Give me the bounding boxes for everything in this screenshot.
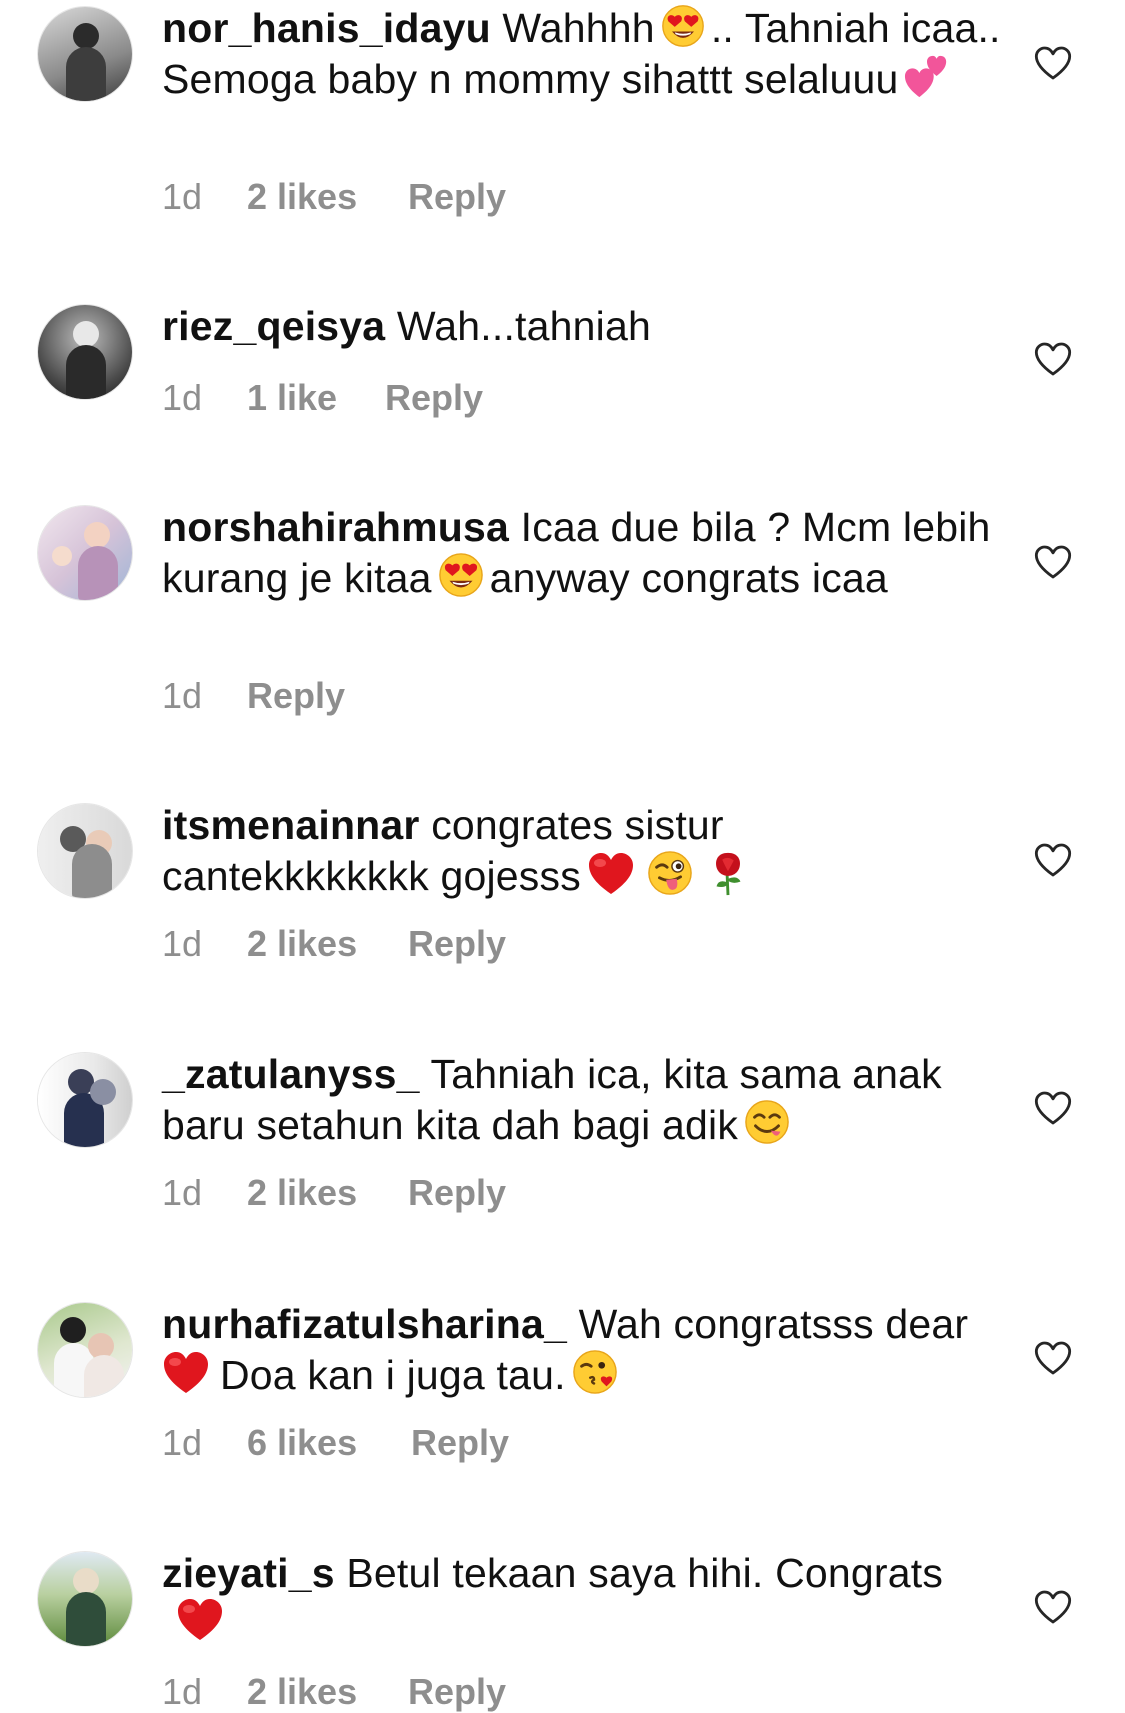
comment-username[interactable]: norshahirahmusa (162, 504, 509, 550)
winking-tongue-emoji (647, 850, 693, 896)
likes-count[interactable]: 2 likes (247, 923, 357, 965)
comment-username[interactable]: nor_hanis_idayu (162, 5, 491, 51)
comment-time: 1d (162, 675, 203, 716)
reply-button[interactable]: Reply (408, 1172, 506, 1214)
comment-time: 1d (162, 1422, 203, 1463)
like-heart-icon[interactable] (1033, 543, 1073, 581)
comment-text: nurhafizatulsharina_ Wah congratsss dear… (162, 1300, 1002, 1400)
likes-count[interactable]: 2 likes (247, 1172, 357, 1214)
comment-body: Doa kan i juga tau. (220, 1352, 566, 1398)
red-heart-emoji (587, 852, 635, 896)
like-heart-icon[interactable] (1033, 1339, 1073, 1377)
comment-body: anyway congrats icaa (489, 555, 888, 601)
like-heart-icon[interactable] (1033, 1089, 1073, 1127)
like-heart-icon[interactable] (1033, 340, 1073, 378)
likes-count[interactable]: 6 likes (247, 1422, 357, 1464)
comment-text: itsmenainnar congrates sistur cantekkkkk… (162, 801, 1002, 901)
avatar[interactable] (37, 304, 133, 400)
two-hearts-emoji (904, 53, 950, 99)
reply-button[interactable]: Reply (411, 1422, 509, 1464)
comment-username[interactable]: riez_qeisya (162, 303, 385, 349)
heart-eyes-emoji (661, 4, 705, 48)
reply-button[interactable]: Reply (408, 176, 506, 218)
comment-time: 1d (162, 377, 203, 418)
comment-body: Betul tekaan saya hihi. Congrats (346, 1550, 944, 1596)
comment-body: Wah congratsss dear (578, 1301, 969, 1347)
comment-body: Wahhhh (502, 5, 655, 51)
comment-text: norshahirahmusa Icaa due bila ? Mcm lebi… (162, 503, 1002, 603)
like-heart-icon[interactable] (1033, 44, 1073, 82)
like-heart-icon[interactable] (1033, 1588, 1073, 1626)
kiss-wink-emoji (572, 1349, 618, 1395)
comment-username[interactable]: nurhafizatulsharina_ (162, 1301, 567, 1347)
comment-text: nor_hanis_idayu Wahhhh.. Tahniah icaa.. … (162, 4, 1002, 104)
comment-time: 1d (162, 923, 203, 964)
comment-username[interactable]: _zatulanyss_ (162, 1051, 420, 1097)
avatar[interactable] (37, 1551, 133, 1647)
comment-time: 1d (162, 1172, 203, 1213)
avatar[interactable] (37, 505, 133, 601)
red-heart-emoji (162, 1351, 210, 1395)
comment-body: Wah...tahniah (396, 303, 651, 349)
red-heart-emoji (176, 1598, 224, 1642)
comment-text: riez_qeisya Wah...tahniah (162, 302, 1002, 351)
comment-text: zieyati_s Betul tekaan saya hihi. Congra… (162, 1549, 1002, 1647)
reply-button[interactable]: Reply (408, 923, 506, 965)
reply-button[interactable]: Reply (385, 377, 483, 419)
avatar[interactable] (37, 1052, 133, 1148)
comment-text: _zatulanyss_ Tahniah ica, kita sama anak… (162, 1050, 1002, 1150)
comment-time: 1d (162, 176, 203, 217)
heart-eyes-emoji (438, 552, 484, 598)
comment-username[interactable]: zieyati_s (162, 1550, 335, 1596)
likes-count[interactable]: 2 likes (247, 176, 357, 218)
yum-face-emoji (744, 1099, 790, 1145)
comment-username[interactable]: itsmenainnar (162, 802, 420, 848)
reply-button[interactable]: Reply (247, 675, 345, 717)
likes-count[interactable]: 1 like (247, 377, 337, 419)
avatar[interactable] (37, 803, 133, 899)
like-heart-icon[interactable] (1033, 841, 1073, 879)
avatar[interactable] (37, 1302, 133, 1398)
avatar[interactable] (37, 6, 133, 102)
rose-emoji (705, 850, 751, 896)
